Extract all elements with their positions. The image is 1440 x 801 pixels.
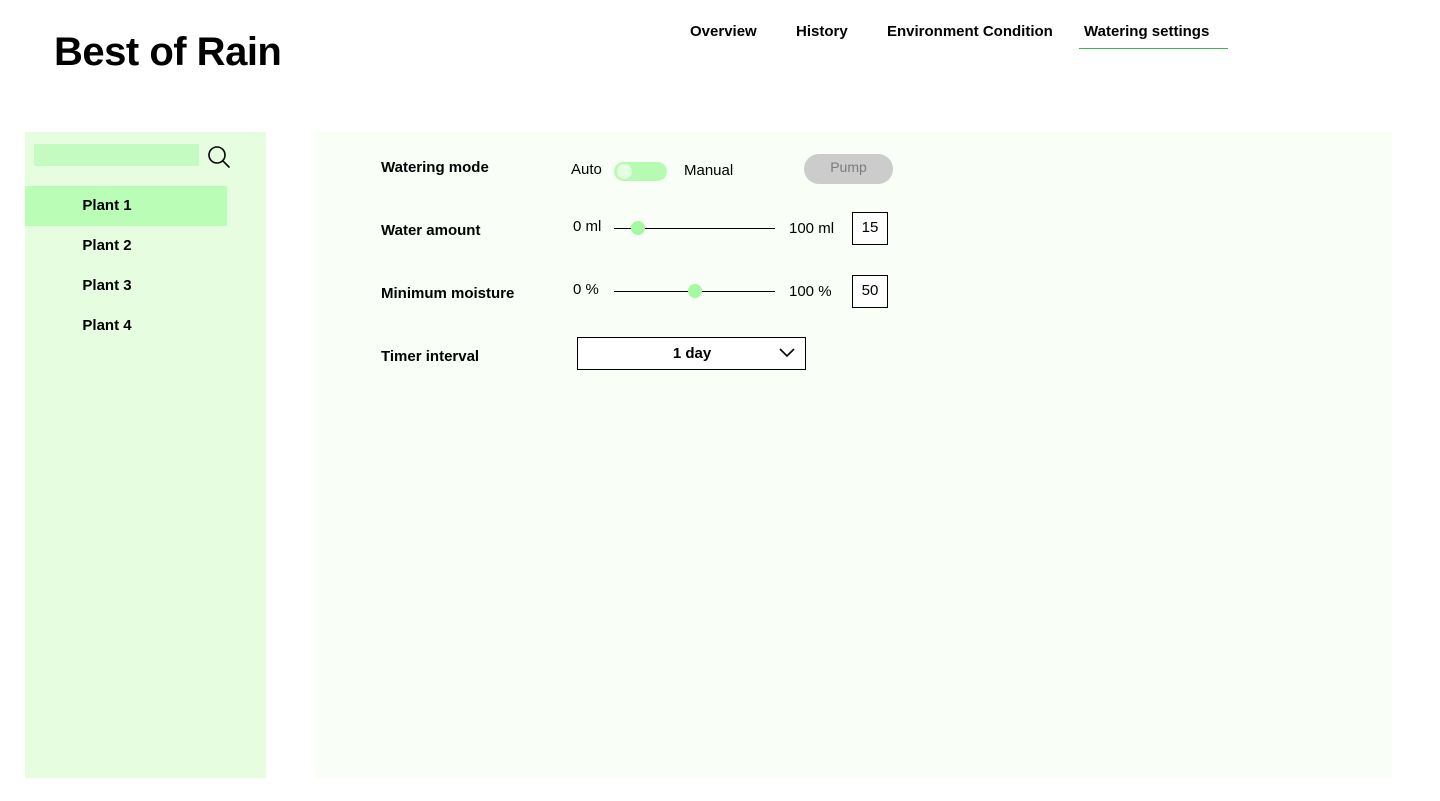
sidebar-item-label: Plant 2 [82,237,132,254]
plant-search-input[interactable] [34,144,199,166]
watering-mode-label: Watering mode [381,159,489,176]
sidebar-item-label: Plant 4 [82,317,132,334]
sidebar-item-label: Plant 1 [82,197,132,214]
timer-interval-label: Timer interval [381,348,480,365]
top-nav: Overview History Environment Condition W… [0,0,1440,60]
mode-manual-label: Manual [684,162,734,179]
water-amount-label: Water amount [381,222,481,239]
moisture-max-label: 100 % [789,283,832,300]
water-amount-value[interactable]: 15 [852,212,888,245]
nav-overview[interactable]: Overview [690,23,757,40]
water-amount-slider[interactable] [614,221,775,235]
sidebar-item-plant-2[interactable]: Plant 2 [25,226,227,266]
nav-environment-condition[interactable]: Environment Condition [887,23,1053,40]
timer-interval-select[interactable]: 1 day [577,337,806,370]
timer-interval-value: 1 day [672,345,712,362]
sidebar-item-label: Plant 3 [82,277,132,294]
mode-auto-label: Auto [571,161,602,178]
slider-thumb[interactable] [687,284,702,298]
nav-history[interactable]: History [796,23,848,40]
sidebar-item-plant-1[interactable]: Plant 1 [25,186,227,226]
watering-settings-panel: Watering mode Auto Manual Pump Water amo… [315,132,1392,778]
search-icon[interactable] [207,145,231,169]
moisture-min-label: 0 % [573,281,599,298]
sidebar-item-plant-3[interactable]: Plant 3 [25,266,227,306]
watering-mode-toggle[interactable] [614,162,667,181]
minimum-moisture-value[interactable]: 50 [852,275,888,308]
toggle-knob [617,164,632,179]
pump-button[interactable]: Pump [804,154,893,184]
plant-sidebar: Plant 1 Plant 2 Plant 3 Plant 4 [25,132,266,778]
slider-thumb[interactable] [631,221,646,235]
water-amount-min-label: 0 ml [573,218,602,235]
chevron-down-icon [779,348,795,358]
sidebar-item-plant-4[interactable]: Plant 4 [25,306,227,346]
water-amount-max-label: 100 ml [789,220,835,237]
minimum-moisture-label: Minimum moisture [381,285,515,302]
minimum-moisture-slider[interactable] [614,284,775,298]
nav-watering-settings[interactable]: Watering settings [1078,23,1229,49]
